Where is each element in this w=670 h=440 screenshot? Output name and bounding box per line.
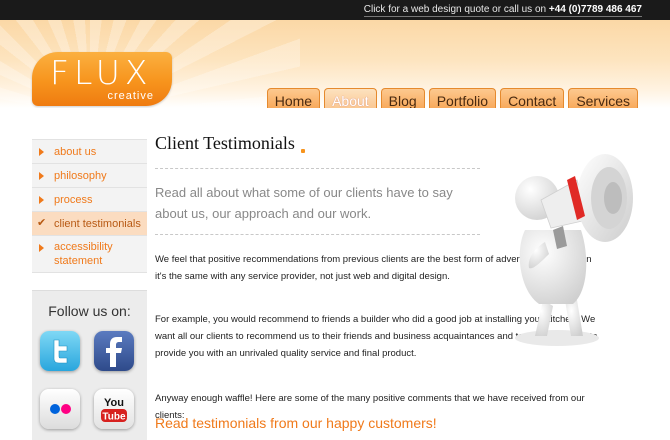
side-menu: about us philosophy process ✔ client tes… xyxy=(32,139,147,273)
testimonials-link[interactable]: Read testimonials from our happy custome… xyxy=(155,415,437,431)
header: FLUX creative Home About Blog Portfolio … xyxy=(0,20,670,108)
phone-number: +44 (0)7789 486 467 xyxy=(548,4,642,15)
logo[interactable]: FLUX creative xyxy=(32,52,172,106)
sidebar-item-label: process xyxy=(54,193,93,206)
title-dot-icon xyxy=(301,149,305,153)
youtube-tube-text: Tube xyxy=(102,412,126,423)
nav-about[interactable]: About xyxy=(324,88,377,108)
main-nav: Home About Blog Portfolio Contact Servic… xyxy=(266,88,638,108)
sidebar-item-client-testimonials[interactable]: ✔ client testimonials xyxy=(32,212,147,236)
divider xyxy=(155,168,480,169)
sidebar-item-label: client testimonials xyxy=(54,217,141,230)
sidebar-item-process[interactable]: process xyxy=(32,188,147,212)
nav-home[interactable]: Home xyxy=(266,88,321,108)
arrow-right-icon xyxy=(39,172,44,180)
checkmark-icon: ✔ xyxy=(37,217,47,229)
quote-bar-text[interactable]: Click for a web design quote or call us … xyxy=(363,3,642,17)
arrow-right-icon xyxy=(39,196,44,204)
call-us-text: or call us on xyxy=(489,4,549,15)
follow-us-title: Follow us on: xyxy=(48,303,131,319)
sidebar-item-about-us[interactable]: about us xyxy=(32,140,147,164)
page-title: Client Testimonials xyxy=(155,133,295,153)
divider xyxy=(155,234,480,235)
intro-text: Read all about what some of our clients … xyxy=(155,185,453,221)
follow-us-panel: Follow us on: You Tube xyxy=(32,290,147,440)
sidebar-item-label: about us xyxy=(54,145,97,158)
nav-blog[interactable]: Blog xyxy=(380,88,425,108)
logo-brand: FLUX xyxy=(50,53,153,92)
sidebar-item-label: accessibility statement xyxy=(54,241,113,267)
nav-contact[interactable]: Contact xyxy=(500,88,565,108)
twitter-icon[interactable] xyxy=(40,331,80,371)
arrow-right-icon xyxy=(39,148,44,156)
sidebar-item-accessibility-statement[interactable]: accessibility statement xyxy=(32,236,147,273)
nav-portfolio[interactable]: Portfolio xyxy=(428,88,497,108)
youtube-icon[interactable]: You Tube xyxy=(94,389,134,429)
sidebar-item-philosophy[interactable]: philosophy xyxy=(32,164,147,188)
top-bar: Click for a web design quote or call us … xyxy=(0,0,670,20)
youtube-you-text: You xyxy=(104,397,124,409)
arrow-right-icon xyxy=(39,244,44,252)
sidebar: about us philosophy process ✔ client tes… xyxy=(32,139,147,273)
megaphone-figure-icon xyxy=(495,150,645,360)
flickr-icon[interactable] xyxy=(40,389,80,429)
quote-link[interactable]: Click for a web design quote xyxy=(364,4,490,15)
sidebar-item-label: philosophy xyxy=(54,169,107,182)
nav-services[interactable]: Services xyxy=(568,88,638,108)
logo-sub: creative xyxy=(107,90,154,102)
facebook-icon[interactable] xyxy=(94,331,134,371)
